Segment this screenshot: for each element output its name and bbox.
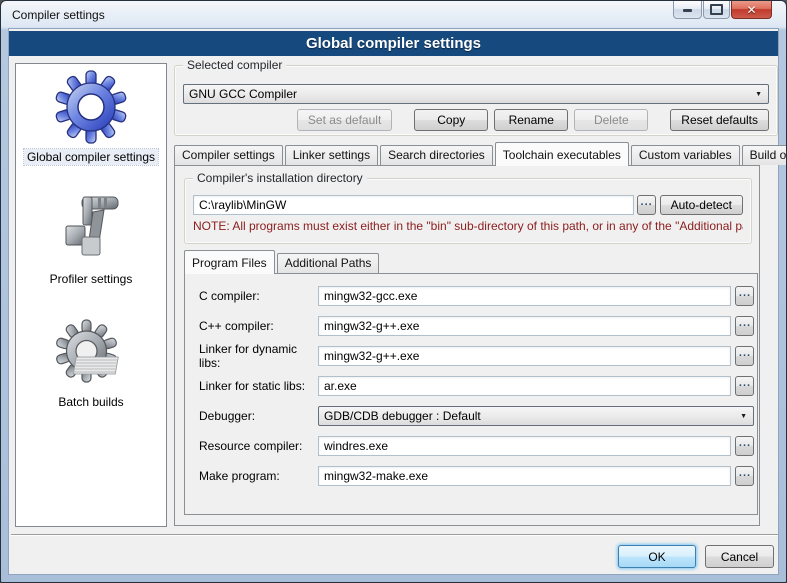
delete-button[interactable]: Delete [574,109,648,131]
cpp-compiler-label: C++ compiler: [199,319,318,333]
installation-directory-input[interactable] [193,195,634,215]
tab-toolchain-executables[interactable]: Toolchain executables [495,142,629,166]
c-compiler-label: C compiler: [199,289,318,303]
selected-compiler-value: GNU GCC Compiler [189,87,297,101]
sidebar-item-global-compiler-settings[interactable]: Global compiler settings [24,70,158,165]
resource-compiler-label: Resource compiler: [199,439,318,453]
make-program-label: Make program: [199,469,318,483]
tab-custom-variables[interactable]: Custom variables [631,145,740,165]
ok-button[interactable]: OK [618,545,696,568]
selected-compiler-group: Selected compiler GNU GCC Compiler ▼ Set… [174,65,778,136]
browse-c-compiler-button[interactable]: ... [735,286,754,306]
dynamic-linker-label: Linker for dynamic libs: [199,342,318,370]
toolchain-executables-page: Compiler's installation directory ... Au… [174,165,760,526]
installation-directory-group: Compiler's installation directory ... Au… [184,178,752,244]
settings-category-list: Global compiler settings Profiler settin… [15,63,167,527]
static-linker-label: Linker for static libs: [199,379,318,393]
browse-directory-button[interactable]: ... [637,195,656,215]
close-icon: ✕ [746,4,756,16]
resource-compiler-input[interactable] [318,436,731,456]
cpp-compiler-input[interactable] [318,316,731,336]
maximize-button[interactable] [703,1,730,19]
close-button[interactable]: ✕ [731,1,772,19]
copy-button[interactable]: Copy [414,109,488,131]
program-files-page: C compiler: ... C++ compiler: ... Linker… [184,273,758,515]
static-linker-input[interactable] [318,376,731,396]
reset-defaults-button[interactable]: Reset defaults [670,109,769,131]
debugger-label: Debugger: [199,409,318,423]
tab-compiler-settings[interactable]: Compiler settings [174,145,283,165]
main-tabstrip: Compiler settings Linker settings Search… [174,141,760,165]
tab-build-options[interactable]: Build options [742,145,787,165]
cancel-button[interactable]: Cancel [705,545,774,568]
sidebar-item-label: Batch builds [55,394,126,410]
caption-buttons: ✕ [672,1,772,19]
minimize-button[interactable] [673,1,702,19]
subtab-additional-paths[interactable]: Additional Paths [277,253,380,273]
maximize-icon [710,4,723,15]
page-title: Global compiler settings [9,31,778,56]
row-resource-compiler: Resource compiler: ... [199,436,754,456]
chevron-down-icon: ▼ [740,413,747,420]
program-tabstrip: Program Files Additional Paths [184,249,381,273]
row-make-program: Make program: ... [199,466,754,486]
minimize-icon [683,9,692,12]
tab-linker-settings[interactable]: Linker settings [285,145,378,165]
row-cpp-compiler: C++ compiler: ... [199,316,754,336]
browse-cpp-compiler-button[interactable]: ... [735,316,754,336]
row-debugger: Debugger: GDB/CDB debugger : Default ▼ [199,406,754,426]
installation-note: NOTE: All programs must exist either in … [193,219,743,233]
batch-builds-icon [55,319,127,389]
selected-compiler-dropdown[interactable]: GNU GCC Compiler ▼ [183,84,769,104]
browse-static-linker-button[interactable]: ... [735,376,754,396]
auto-detect-button[interactable]: Auto-detect [660,195,743,215]
sidebar-item-profiler-settings[interactable]: Profiler settings [47,192,136,287]
selected-compiler-group-label: Selected compiler [183,58,286,72]
tab-search-directories[interactable]: Search directories [380,145,493,165]
browse-resource-compiler-button[interactable]: ... [735,436,754,456]
make-program-input[interactable] [318,466,731,486]
profiler-caliper-icon [54,192,128,266]
global-compiler-gear-icon [54,70,128,144]
debugger-value: GDB/CDB debugger : Default [324,409,481,423]
sidebar-item-label: Profiler settings [47,271,136,287]
footer-divider [11,534,778,536]
sidebar-item-batch-builds[interactable]: Batch builds [55,319,127,410]
row-dynamic-linker: Linker for dynamic libs: ... [199,346,754,366]
chevron-down-icon: ▼ [755,91,762,98]
dynamic-linker-input[interactable] [318,346,731,366]
titlebar[interactable]: Compiler settings ✕ [1,1,786,29]
installation-directory-group-label: Compiler's installation directory [193,171,367,185]
row-c-compiler: C compiler: ... [199,286,754,306]
compiler-settings-window: Compiler settings ✕ Global compiler sett… [0,0,787,583]
browse-make-program-button[interactable]: ... [735,466,754,486]
sidebar-item-label: Global compiler settings [24,149,158,165]
dialog-client-area: Global compiler settings [9,29,778,574]
compiler-actions: Set as default Copy Rename Delete Reset … [175,109,769,131]
window-title: Compiler settings [12,8,105,22]
browse-dynamic-linker-button[interactable]: ... [735,346,754,366]
rename-button[interactable]: Rename [494,109,568,131]
subtab-program-files[interactable]: Program Files [184,250,275,274]
set-as-default-button[interactable]: Set as default [297,109,392,131]
debugger-dropdown[interactable]: GDB/CDB debugger : Default ▼ [318,406,754,426]
c-compiler-input[interactable] [318,286,731,306]
row-static-linker: Linker for static libs: ... [199,376,754,396]
